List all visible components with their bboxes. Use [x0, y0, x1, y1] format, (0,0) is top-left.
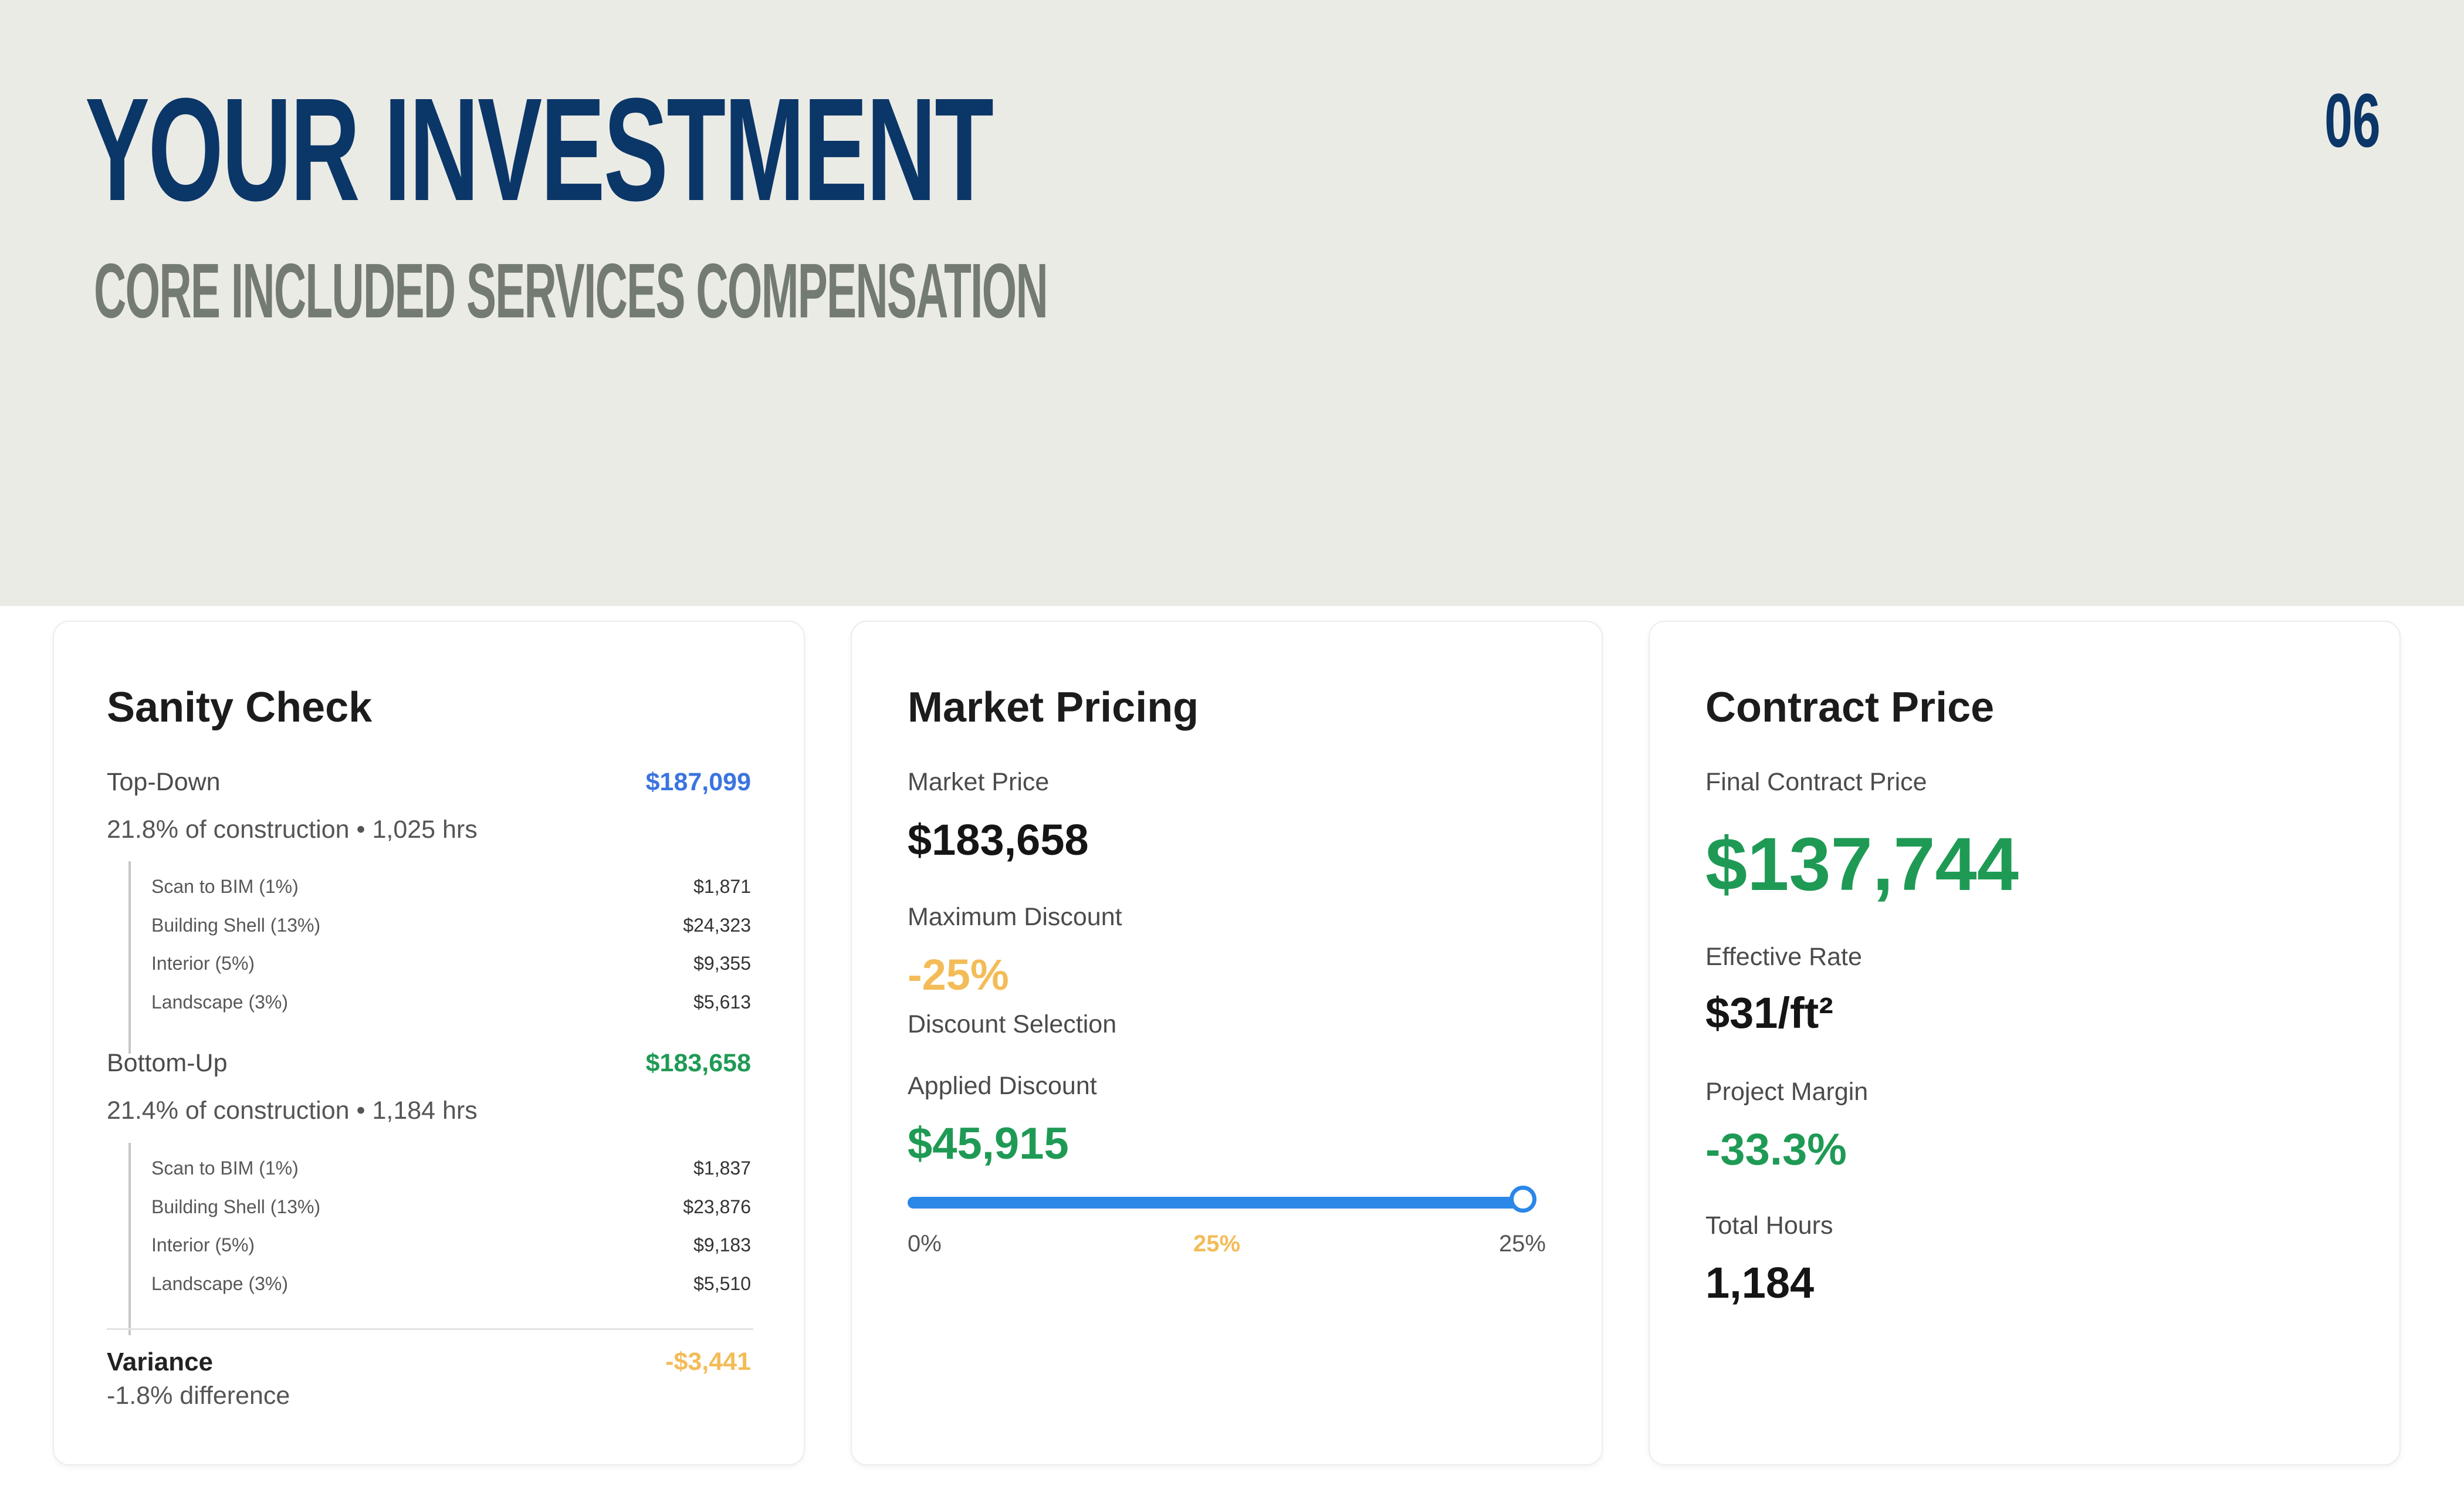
- bottom-up-summary: 21.4% of construction • 1,184 hrs: [107, 1096, 478, 1125]
- breakdown-value: $5,510: [693, 1273, 751, 1294]
- slider-current-label: 25%: [1193, 1231, 1241, 1257]
- variance-divider: [107, 1328, 753, 1330]
- breakdown-label: Scan to BIM (1%): [151, 1157, 299, 1179]
- page-title: YOUR INVESTMENT: [85, 67, 994, 231]
- variance-label: Variance: [107, 1348, 214, 1376]
- top-down-summary: 21.8% of construction • 1,025 hrs: [107, 815, 478, 844]
- effective-rate-value: $31/ft²: [1705, 989, 1833, 1037]
- effective-rate-label: Effective Rate: [1705, 943, 1862, 971]
- breakdown-label: Interior (5%): [151, 953, 255, 974]
- variance-difference: -1.8% difference: [107, 1382, 290, 1410]
- breakdown-label: Interior (5%): [151, 1234, 255, 1255]
- bottom-up-amount: $183,658: [645, 1049, 751, 1077]
- breakdown-value: $5,613: [693, 991, 751, 1013]
- breakdown-value: $1,871: [693, 876, 751, 897]
- card-title: Contract Price: [1705, 684, 1995, 731]
- sanity-check-card: Sanity Check Top-Down $187,099 21.8% of …: [53, 621, 805, 1465]
- breakdown-value: $23,876: [683, 1196, 751, 1217]
- discount-slider-track[interactable]: [908, 1197, 1535, 1209]
- slider-max-label: 25%: [1498, 1231, 1546, 1257]
- final-contract-price-value: $137,744: [1705, 823, 2019, 906]
- max-discount-value: -25%: [908, 950, 1009, 999]
- breakdown-value: $9,355: [693, 953, 751, 974]
- breakdown-label: Scan to BIM (1%): [151, 876, 299, 897]
- top-down-breakdown-rule: [128, 861, 131, 1054]
- breakdown-value: $24,323: [683, 915, 751, 936]
- final-contract-price-label: Final Contract Price: [1705, 768, 1927, 796]
- project-margin-label: Project Margin: [1705, 1078, 1869, 1106]
- market-price-label: Market Price: [908, 768, 1050, 796]
- breakdown-label: Building Shell (13%): [151, 1196, 321, 1217]
- breakdown-value: $1,837: [693, 1157, 751, 1179]
- project-margin-value: -33.3%: [1705, 1125, 1847, 1175]
- applied-discount-label: Applied Discount: [908, 1072, 1097, 1100]
- page-number: 06: [2324, 77, 2381, 163]
- card-title: Sanity Check: [107, 684, 373, 731]
- applied-discount-value: $45,915: [908, 1119, 1069, 1169]
- max-discount-label: Maximum Discount: [908, 903, 1122, 931]
- page-subtitle: CORE INCLUDED SERVICES COMPENSATION: [94, 248, 1048, 334]
- top-down-label: Top-Down: [107, 768, 221, 796]
- discount-slider-handle[interactable]: [1509, 1186, 1536, 1213]
- contract-price-card: Contract Price Final Contract Price $137…: [1649, 621, 2401, 1465]
- variance-amount: -$3,441: [665, 1348, 751, 1376]
- breakdown-label: Landscape (3%): [151, 991, 289, 1013]
- bottom-up-label: Bottom-Up: [107, 1049, 228, 1077]
- header-band: YOUR INVESTMENT CORE INCLUDED SERVICES C…: [0, 0, 2464, 606]
- top-down-amount: $187,099: [645, 768, 751, 796]
- breakdown-value: $9,183: [693, 1234, 751, 1255]
- market-pricing-card: Market Pricing Market Price $183,658 Max…: [851, 621, 1603, 1465]
- bottom-up-breakdown-rule: [128, 1143, 131, 1335]
- slider-min-label: 0%: [908, 1231, 942, 1257]
- total-hours-value: 1,184: [1705, 1258, 1815, 1307]
- discount-selection-label: Discount Selection: [908, 1010, 1117, 1038]
- card-title: Market Pricing: [908, 684, 1199, 731]
- breakdown-label: Building Shell (13%): [151, 915, 321, 936]
- breakdown-label: Landscape (3%): [151, 1273, 289, 1294]
- total-hours-label: Total Hours: [1705, 1211, 1833, 1240]
- market-price-value: $183,658: [908, 815, 1089, 864]
